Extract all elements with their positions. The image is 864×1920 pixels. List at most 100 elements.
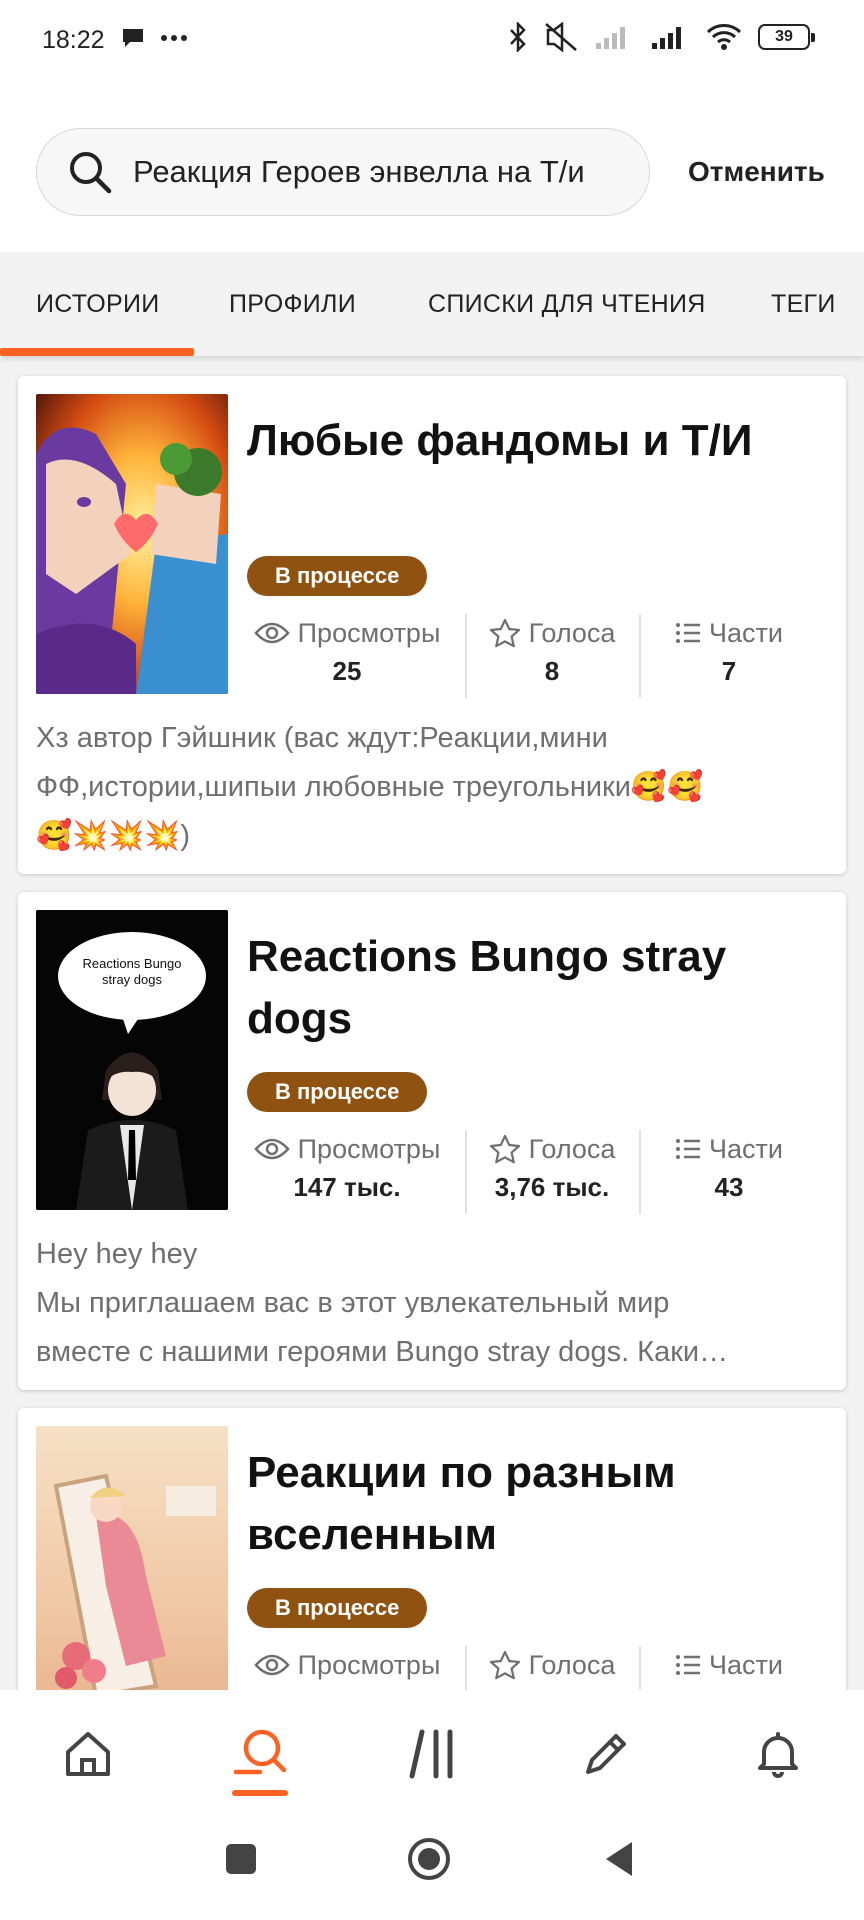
mute-icon [545,22,577,52]
views-count: 25 [332,656,362,686]
parts-stat: Части 43 [641,1130,817,1210]
write-icon [586,1734,626,1774]
home-button[interactable] [404,1834,454,1884]
parts-count: 7 [721,656,737,686]
parts-stat: Части 7 [641,614,817,694]
views-count: 147 тыс. [293,1172,401,1202]
star-icon [489,1134,520,1164]
votes-count: 3,76 тыс. [494,1172,610,1202]
nav-home[interactable] [56,1722,120,1786]
story-cover[interactable]: Reactions Bungo stray dogs [36,910,228,1210]
votes-label: Голоса [528,1649,616,1680]
views-label: Просмотры [297,1649,441,1680]
tab-stories[interactable]: ИСТОРИИ [36,290,160,319]
story-card[interactable]: Reactions Bungo stray dogs Reactions Bun… [18,892,846,1390]
search-icon [233,1729,287,1775]
story-cover[interactable] [36,1426,228,1690]
votes-label: Голоса [528,1133,616,1164]
story-title[interactable]: Любые фандомы и Т/И [247,410,817,472]
votes-count: 8 [544,656,560,686]
description-line: Хз автор Гэйшник (вас ждут:Реакции,мини [36,722,608,754]
results-list: Любые фандомы и Т/И В процессе Просмотры… [0,356,864,1690]
story-title[interactable]: Реакции по разным вселенным [247,1442,817,1566]
cover-image [36,910,228,1210]
description-line: ФФ,истории,шипыи любовные треугольники🥰🥰 [36,771,704,803]
story-description: Хз автор Гэйшник (вас ждут:Реакции,мини … [36,714,836,861]
signal-icon [596,27,625,49]
bottom-navigation [0,1690,864,1810]
views-stat: Просмотры [247,1646,447,1690]
story-stats: Просмотры 25 Голоса 8 Части 7 [247,614,817,698]
status-time: 18:22 [42,26,105,54]
votes-label: Голоса [528,617,616,648]
story-cover[interactable] [36,394,228,694]
back-button[interactable] [594,1834,644,1884]
tab-tags[interactable]: ТЕГИ [771,290,836,319]
search-icon [70,152,112,194]
tab-profiles[interactable]: ПРОФИЛИ [229,290,356,319]
story-title[interactable]: Reactions Bungo stray dogs [247,926,817,1050]
signal-icon [652,27,681,49]
more-dots-icon [161,35,187,41]
views-stat: Просмотры 147 тыс. [247,1130,447,1210]
story-card[interactable]: Любые фандомы и Т/И В процессе Просмотры… [18,376,846,874]
star-icon [489,1650,520,1680]
tab-bar: ИСТОРИИ ПРОФИЛИ СПИСКИ ДЛЯ ЧТЕНИЯ ТЕГИ [0,252,864,356]
description-line: Мы приглашаем вас в этот увлекательный м… [36,1287,670,1319]
votes-stat: Голоса 3,76 тыс. [467,1130,637,1210]
parts-stat: Части [641,1646,817,1690]
search-input[interactable]: Реакция Героев энвелла на Т/и [36,128,650,216]
circle-icon [408,1838,450,1880]
search-query: Реакция Героев энвелла на Т/и [133,154,585,189]
bluetooth-icon [510,22,526,52]
status-badge: В процессе [247,1588,428,1628]
chat-bubble-icon [123,29,143,47]
parts-label: Части [709,1649,783,1680]
system-navigation [0,1810,864,1920]
story-description: Hey hey hey Мы приглашаем вас в этот увл… [36,1230,836,1377]
search-header: Реакция Героев энвелла на Т/и Отменить [0,84,864,252]
views-label: Просмотры [297,1133,441,1164]
parts-label: Части [709,617,783,648]
eye-icon [253,1138,290,1160]
nav-write[interactable] [574,1722,638,1786]
battery-icon: 39 [758,24,815,50]
eye-icon [253,1654,290,1676]
parts-label: Части [709,1133,783,1164]
active-tab-indicator [0,348,194,356]
back-triangle-icon [606,1842,632,1876]
story-card[interactable]: Реакции по разным вселенным В процессе П… [18,1408,846,1690]
nav-notifications[interactable] [746,1722,810,1786]
parts-count: 43 [714,1172,744,1202]
wifi-icon [706,24,742,50]
library-icon [409,1729,453,1779]
views-label: Просмотры [297,617,441,648]
votes-stat: Голоса [467,1646,637,1690]
bell-icon [758,1732,798,1778]
eye-icon [253,622,290,644]
description-line: 🥰💥💥💥) [36,820,191,852]
status-badge: В процессе [247,556,428,596]
tab-reading-lists[interactable]: СПИСКИ ДЛЯ ЧТЕНИЯ [428,290,706,319]
square-icon [226,1844,256,1874]
list-icon [676,623,701,643]
cover-image [36,1426,228,1690]
home-icon [66,1732,110,1776]
description-line: Hey hey hey [36,1238,198,1270]
status-badge: В процессе [247,1072,428,1112]
nav-search[interactable] [228,1722,292,1786]
story-stats: Просмотры Голоса Части [247,1646,817,1690]
nav-library[interactable] [402,1722,466,1786]
active-nav-indicator [232,1790,288,1796]
cover-caption: Reactions Bungo stray dogs [82,956,182,987]
description-line: вместе с нашими героями Bungo stray dogs… [36,1336,729,1368]
battery-level: 39 [775,28,793,45]
star-icon [489,618,520,648]
story-stats: Просмотры 147 тыс. Голоса 3,76 тыс. Част… [247,1130,817,1214]
list-icon [676,1655,701,1675]
votes-stat: Голоса 8 [467,614,637,694]
status-bar: 18:22 39 [0,0,864,84]
list-icon [676,1139,701,1159]
cancel-button[interactable]: Отменить [688,156,825,188]
recents-button[interactable] [216,1834,266,1884]
